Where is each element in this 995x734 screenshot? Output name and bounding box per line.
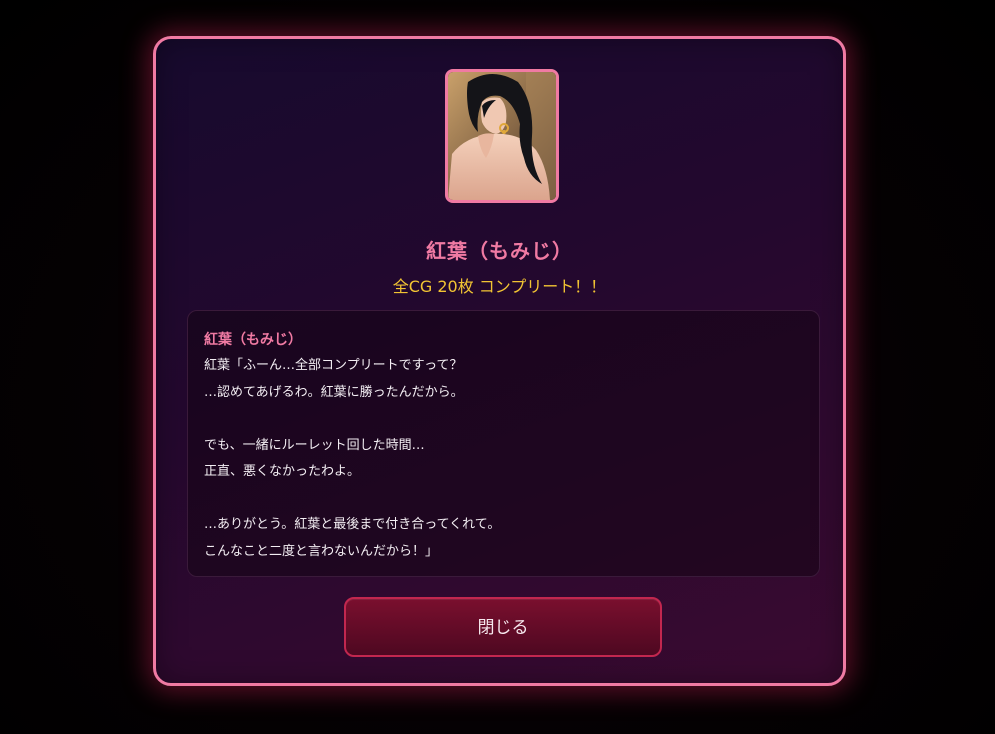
dialogue-line: …認めてあげるわ。紅葉に勝ったんだから。 [204, 384, 464, 400]
dialogue-line: 紅葉「ふーん…全部コンプリートですって？ [204, 358, 463, 373]
dialogue-line: でも、一緒にルーレット回した時間… [204, 437, 425, 453]
completion-modal: 紅葉（もみじ） 全CG 20枚 コンプリート！！ 紅葉（もみじ） 紅葉「ふーん…… [153, 36, 846, 686]
completion-status: 全CG 20枚 コンプリート！！ [392, 277, 607, 296]
dialogue-box: 紅葉（もみじ） 紅葉「ふーん…全部コンプリートですって？ …認めてあげるわ。紅葉… [187, 310, 820, 577]
dialogue-line: 正直、悪くなかったわよ。 [204, 464, 361, 479]
dialogue-line: こんなこと二度と言わないんだから！」 [204, 543, 439, 559]
dialogue-line: …ありがとう。紅葉と最後まで付き合ってくれて。 [204, 517, 501, 532]
dialogue-speaker: 紅葉（もみじ） [204, 332, 302, 348]
close-button[interactable]: 閉じる [344, 597, 662, 657]
dialogue-line [204, 406, 803, 433]
character-name: 紅葉（もみじ） [426, 239, 573, 263]
dialogue-line [204, 486, 803, 513]
character-portrait [445, 69, 559, 203]
overlay-backdrop: 紅葉（もみじ） 全CG 20枚 コンプリート！！ 紅葉（もみじ） 紅葉「ふーん…… [0, 0, 995, 734]
